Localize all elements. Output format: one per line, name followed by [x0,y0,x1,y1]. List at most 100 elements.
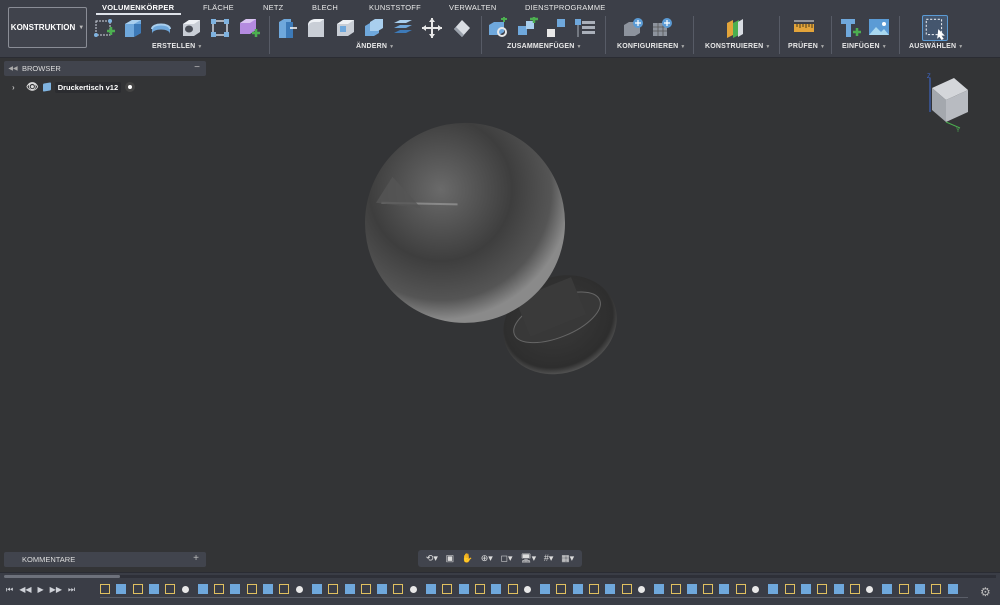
insert-derive-icon[interactable] [840,17,862,39]
group-einfuegen[interactable]: EINFÜGEN ▼ [842,43,887,50]
minimize-icon[interactable]: − [194,62,200,73]
group-erstellen[interactable]: ERSTELLEN ▼ [152,43,203,50]
timeline-feature-sketch-icon[interactable] [442,584,453,594]
timeline-feature-body-icon[interactable] [882,584,893,594]
add-comment-icon[interactable]: + [193,553,199,564]
fillet-icon[interactable] [305,17,327,39]
group-pruefen[interactable]: PRÜFEN ▼ [788,43,825,50]
tab-dienstprogramme[interactable]: DIENSTPROGRAMME [525,3,606,12]
shell-icon[interactable] [334,17,356,39]
tab-netz[interactable]: NETZ [263,3,283,12]
go-to-end-icon[interactable]: ⏭ [68,585,75,595]
timeline-feature-body-icon[interactable] [768,584,779,594]
timeline-feature-move-icon[interactable] [295,586,303,593]
timeline-feature-body-icon[interactable] [947,584,958,594]
timeline-feature-move-icon[interactable] [866,586,874,593]
timeline-feature-sketch-icon[interactable] [474,584,485,594]
timeline-feature-sketch-icon[interactable] [784,584,795,594]
grid-icon[interactable]: #▾ [544,553,554,564]
timeline-feature-body-icon[interactable] [540,584,551,594]
timeline-feature-sketch-icon[interactable] [817,584,828,594]
gear-icon[interactable]: ⚙ [980,585,991,599]
combine-icon[interactable] [363,17,385,39]
step-back-icon[interactable]: ◀◀ [19,585,31,595]
timeline-feature-sketch-icon[interactable] [589,584,599,594]
canvas-image-icon[interactable] [868,17,890,39]
tab-verwalten[interactable]: VERWALTEN [449,3,497,12]
timeline-feature-body-icon[interactable] [833,584,844,594]
browser-panel-header[interactable]: ◀◀ BROWSER − [4,61,206,76]
move-icon[interactable] [421,17,443,39]
timeline-feature-body-icon[interactable] [148,584,159,594]
timeline-feature-body-icon[interactable] [311,584,322,594]
tab-volumenkoerper[interactable]: VOLUMENKÖRPER [102,3,174,12]
timeline-feature-sketch-icon[interactable] [735,584,746,594]
tab-flaeche[interactable]: FLÄCHE [203,3,234,12]
step-forward-icon[interactable]: ▶▶ [50,585,62,595]
configuration-table-icon[interactable] [651,17,673,39]
expand-arrow-icon[interactable]: › [12,83,22,92]
timeline-feature-body-icon[interactable] [572,584,583,594]
timeline-feature-move-icon[interactable] [523,586,531,593]
timeline-feature-sketch-icon[interactable] [621,584,632,594]
timeline-feature-sketch-icon[interactable] [246,584,257,594]
timeline-feature-move-icon[interactable] [409,586,417,593]
zoom-icon[interactable]: ⊕▾ [481,553,493,564]
3d-model-viewport[interactable] [330,110,650,420]
viewcube[interactable]: Z Y [924,70,976,132]
group-konstruieren[interactable]: KONSTRUIEREN ▼ [705,43,771,50]
group-auswaehlen[interactable]: AUSWÄHLEN ▼ [909,43,963,50]
group-konfigurieren[interactable]: KONFIGURIEREN ▼ [617,43,685,50]
joint-icon[interactable] [516,17,538,39]
timeline-feature-sketch-icon[interactable] [328,584,339,594]
timeline-feature-sketch-icon[interactable] [898,584,909,594]
timeline-feature-body-icon[interactable] [116,584,127,594]
tab-kunststoff[interactable]: KUNSTSTOFF [369,3,421,12]
comments-panel-header[interactable]: KOMMENTARE + [4,552,206,567]
timeline-feature-body-icon[interactable] [719,584,730,594]
timeline-feature-sketch-icon[interactable] [360,584,371,594]
timeline-feature-body-icon[interactable] [654,584,665,594]
timeline-feature-sketch-icon[interactable] [849,584,860,594]
active-radio-icon[interactable] [125,82,136,92]
visibility-eye-icon[interactable]: 👁 [26,82,39,93]
as-built-joint-icon[interactable] [545,17,567,39]
timeline-feature-sketch-icon[interactable] [214,584,225,594]
tab-blech[interactable]: BLECH [312,3,338,12]
measure-icon[interactable] [793,17,815,39]
timeline-feature-body-icon[interactable] [197,584,208,594]
timeline-feature-body-icon[interactable] [800,584,811,594]
timeline-feature-sketch-icon[interactable] [703,584,714,594]
timeline-feature-body-icon[interactable] [426,584,436,594]
group-zusammenfuegen[interactable]: ZUSAMMENFÜGEN ▼ [507,43,582,50]
orbit-icon[interactable]: ⟲▾ [426,553,438,564]
browser-document-row[interactable]: › 👁 Druckertisch v12 [12,80,136,94]
pattern-icon[interactable] [209,17,231,39]
timeline-feature-body-icon[interactable] [915,584,925,594]
timeline-track[interactable] [120,575,996,578]
select-icon[interactable] [922,15,948,41]
timeline-feature-sketch-icon[interactable] [100,584,110,594]
pan-hand-icon[interactable]: ✋ [462,553,473,564]
timeline-feature-sketch-icon[interactable] [393,584,404,594]
fit-icon[interactable]: ◻▾ [501,553,513,564]
offset-plane-icon[interactable] [724,17,746,39]
timeline-feature-body-icon[interactable] [344,584,355,594]
timeline-feature-sketch-icon[interactable] [507,584,518,594]
physical-material-icon[interactable] [450,17,472,39]
timeline-feature-body-icon[interactable] [230,584,241,594]
collapse-arrow-icon[interactable]: ◀◀ [4,65,22,72]
create-sketch-icon[interactable] [93,17,115,39]
revolve-icon[interactable] [150,17,172,39]
timeline-feature-sketch-icon[interactable] [670,584,681,594]
viewports-icon[interactable]: ▦▾ [561,553,574,564]
timeline-feature-sketch-icon[interactable] [279,584,290,594]
display-settings-icon[interactable]: 🖥▾ [520,553,536,564]
timeline-feature-move-icon[interactable] [637,586,645,593]
timeline-feature-move-icon[interactable] [181,586,189,593]
create-form-icon[interactable] [238,17,260,39]
timeline-feature-body-icon[interactable] [458,584,469,594]
go-to-start-icon[interactable]: ⏮ [6,585,13,595]
group-aendern[interactable]: ÄNDERN ▼ [356,43,394,50]
new-component-icon[interactable] [487,17,509,39]
